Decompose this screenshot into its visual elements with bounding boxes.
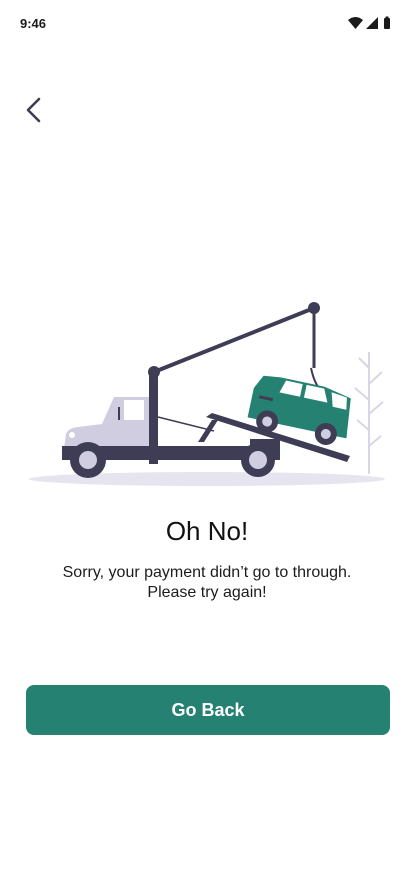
- battery-icon: [384, 18, 390, 29]
- go-back-button[interactable]: Go Back: [26, 685, 390, 735]
- error-message-line-1: Sorry, your payment didn’t go to through…: [62, 564, 352, 581]
- back-button[interactable]: [16, 90, 52, 130]
- status-time: 9:46: [20, 16, 47, 31]
- error-message-line-2: Please try again!: [147, 584, 267, 601]
- status-bar: 9:46: [0, 0, 414, 48]
- error-title: Oh No!: [165, 516, 249, 546]
- truck-front-wheel: [70, 442, 106, 478]
- wifi-icon: [348, 17, 363, 29]
- status-icons: [348, 16, 390, 29]
- tow-truck-illustration: [29, 302, 385, 486]
- payment-failed-screen: 9:46 Oh No! Sorry, your payment didn’t g…: [0, 0, 414, 896]
- truck-cab: [64, 397, 149, 448]
- lifted-car: [247, 375, 351, 445]
- error-message: Sorry, your payment didn’t go to through…: [30, 563, 384, 603]
- truck-rear-wheel: [241, 443, 275, 477]
- cellular-signal-icon: [366, 17, 378, 29]
- tree-illustration: [354, 352, 384, 474]
- chevron-left-icon: [26, 97, 41, 123]
